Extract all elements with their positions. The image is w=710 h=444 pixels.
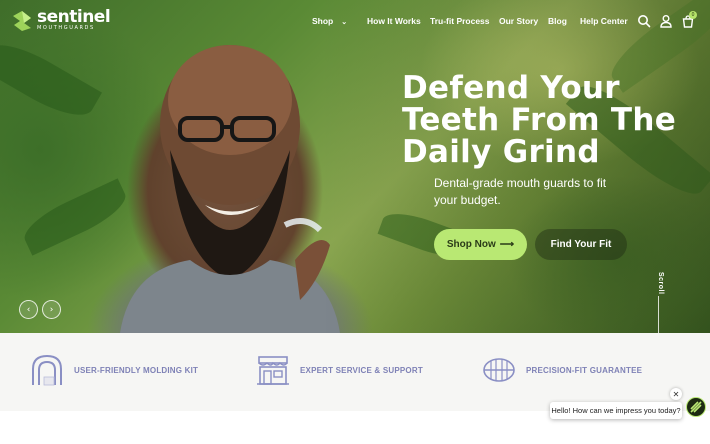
- logo-mark-icon: [13, 10, 31, 31]
- shop-now-button[interactable]: Shop Now ⟶: [434, 229, 527, 260]
- chevron-down-icon: ⌄: [341, 19, 348, 26]
- chat-launcher-button[interactable]: [686, 397, 706, 417]
- logo-tagline: MOUTHGUARDS: [37, 25, 95, 31]
- chat-logo-icon: [690, 401, 702, 413]
- find-your-fit-button[interactable]: Find Your Fit: [535, 229, 627, 260]
- nav-item-how-it-works[interactable]: How It Works: [367, 16, 421, 26]
- hero-subhead: Dental-grade mouth guards to fit your bu…: [434, 176, 607, 207]
- chevron-left-icon: ‹: [26, 304, 31, 315]
- teeth-icon: [483, 358, 515, 382]
- mouthguard-icon: [32, 354, 62, 386]
- chevron-right-icon: ›: [49, 304, 54, 315]
- cart-count-badge: 0: [689, 11, 697, 19]
- top-navigation: sentinel MOUTHGUARDS Shop ⌄ How It Works …: [0, 0, 710, 42]
- close-icon: ✕: [672, 389, 680, 399]
- shop-now-label: Shop Now: [446, 239, 496, 250]
- feature-label: EXPERT SERVICE & SUPPORT: [300, 365, 423, 375]
- feature-item: USER-FRIENDLY MOLDING KIT: [30, 353, 198, 387]
- nav-item-our-story[interactable]: Our Story: [499, 16, 538, 26]
- chat-close-button[interactable]: ✕: [670, 388, 682, 400]
- chat-greeting-bubble[interactable]: Hello! How can we impress you today?: [550, 402, 682, 419]
- nav-item-label: Shop: [312, 16, 334, 26]
- feature-item: EXPERT SERVICE & SUPPORT: [256, 353, 423, 387]
- brand-logo[interactable]: sentinel MOUTHGUARDS: [12, 7, 111, 32]
- account-icon[interactable]: [659, 14, 673, 28]
- hero-headline: Defend Your Teeth From The Daily Grind: [402, 70, 677, 170]
- nav-item-tru-fit-process[interactable]: Tru-fit Process: [430, 16, 490, 26]
- nav-item-blog[interactable]: Blog: [548, 16, 567, 26]
- scroll-indicator-label[interactable]: Scroll: [657, 272, 664, 294]
- features-strip: USER-FRIENDLY MOLDING KIT EXPERT SERVICE…: [0, 333, 710, 411]
- arrow-right-icon: ⟶: [499, 239, 515, 250]
- carousel-prev-button[interactable]: ‹: [19, 300, 38, 319]
- feature-item: PRECISION-FIT GUARANTEE: [482, 353, 642, 387]
- nav-item-help-center[interactable]: Help Center: [580, 16, 628, 26]
- feature-label: PRECISION-FIT GUARANTEE: [526, 365, 643, 375]
- search-icon[interactable]: [637, 14, 651, 28]
- feature-label: USER-FRIENDLY MOLDING KIT: [74, 365, 199, 375]
- storefront-icon: [257, 356, 289, 385]
- nav-item-shop[interactable]: Shop ⌄: [312, 16, 347, 26]
- scroll-indicator-line: [658, 296, 659, 333]
- logo-name: sentinel: [37, 7, 111, 27]
- carousel-next-button[interactable]: ›: [42, 300, 61, 319]
